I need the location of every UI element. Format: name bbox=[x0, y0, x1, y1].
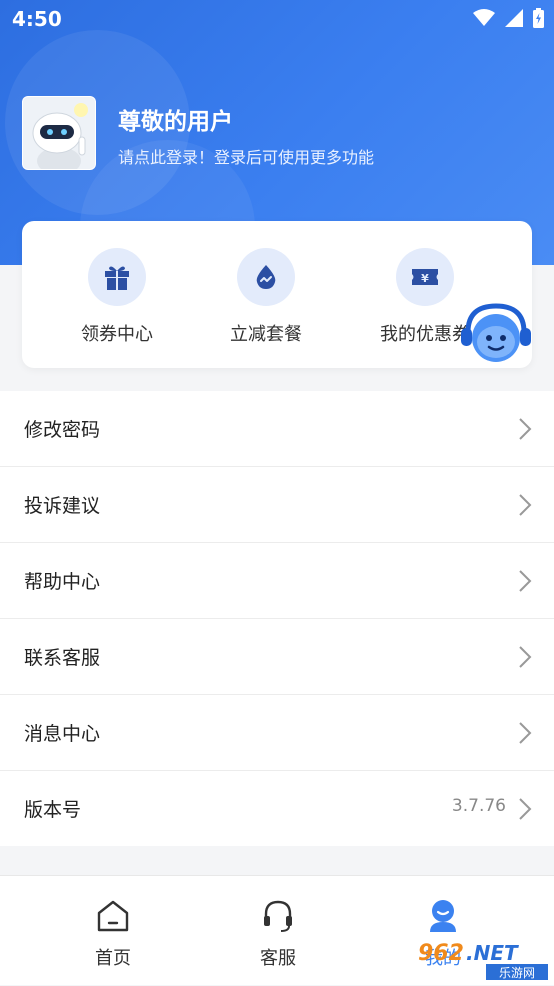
chevron-right-icon bbox=[519, 570, 532, 592]
tab-label: 客服 bbox=[260, 948, 296, 969]
chevron-right-icon bbox=[519, 722, 532, 744]
battery-icon bbox=[533, 8, 544, 28]
wifi-icon bbox=[473, 9, 495, 26]
tab-label: 首页 bbox=[95, 948, 131, 969]
tab-customer-service[interactable]: 客服 bbox=[218, 898, 338, 970]
version-number: 3.7.76 bbox=[451, 796, 506, 816]
menu-item-contact-support[interactable]: 联系客服 bbox=[0, 619, 554, 695]
menu-item-label: 投诉建议 bbox=[24, 495, 101, 517]
quick-action-icon-bg bbox=[88, 248, 146, 306]
headset-icon bbox=[264, 900, 292, 932]
menu-item-label: 消息中心 bbox=[24, 723, 101, 745]
quick-actions-card: 领券中心 立减套餐 ¥ 我的优惠券 bbox=[22, 221, 532, 368]
menu-item-label: 帮助中心 bbox=[24, 571, 101, 593]
mascot-headset-icon bbox=[461, 303, 531, 362]
menu-item-version[interactable]: 版本号 3.7.76 bbox=[0, 771, 554, 846]
svg-text:962: 962 bbox=[418, 941, 464, 966]
chevron-right-icon bbox=[519, 494, 532, 516]
settings-menu: 修改密码 投诉建议 帮助中心 联系客服 消息中心 版本号 3.7.76 bbox=[0, 391, 554, 846]
tab-home[interactable]: 首页 bbox=[53, 898, 173, 970]
menu-item-help-center[interactable]: 帮助中心 bbox=[0, 543, 554, 619]
home-icon bbox=[97, 900, 129, 932]
menu-item-label: 版本号 bbox=[24, 799, 82, 821]
svg-text:¥: ¥ bbox=[421, 272, 429, 285]
svg-text:乐游网: 乐游网 bbox=[499, 966, 535, 980]
robot-avatar-icon bbox=[23, 97, 95, 169]
drop-icon bbox=[256, 265, 276, 289]
customer-service-mascot[interactable] bbox=[458, 298, 534, 368]
chevron-right-icon bbox=[519, 646, 532, 668]
ticket-yen-icon: ¥ bbox=[412, 269, 438, 285]
quick-action-discount-package[interactable]: 立减套餐 bbox=[191, 248, 341, 346]
login-hint[interactable]: 请点此登录！登录后可使用更多功能 bbox=[118, 144, 374, 168]
menu-item-feedback[interactable]: 投诉建议 bbox=[0, 467, 554, 543]
user-icon bbox=[430, 900, 456, 932]
menu-item-label: 修改密码 bbox=[24, 419, 101, 441]
svg-text:.NET: .NET bbox=[466, 941, 519, 965]
avatar[interactable] bbox=[22, 96, 96, 170]
menu-item-label: 联系客服 bbox=[24, 647, 101, 669]
menu-item-change-password[interactable]: 修改密码 bbox=[0, 391, 554, 467]
status-bar: 4:50 bbox=[0, 0, 554, 38]
quick-action-coupon-center[interactable]: 领券中心 bbox=[42, 248, 192, 346]
chevron-right-icon bbox=[519, 798, 532, 820]
site-watermark: 962 .NET 乐游网 bbox=[412, 936, 552, 982]
watermark-logo: 962 .NET 乐游网 bbox=[418, 941, 548, 980]
quick-action-label: 立减套餐 bbox=[230, 324, 302, 345]
username[interactable]: 尊敬的用户 bbox=[118, 102, 233, 136]
quick-action-label: 领券中心 bbox=[81, 324, 153, 345]
menu-item-message-center[interactable]: 消息中心 bbox=[0, 695, 554, 771]
status-time: 4:50 bbox=[12, 7, 62, 31]
quick-action-icon-bg bbox=[237, 248, 295, 306]
status-icons bbox=[473, 8, 544, 28]
gift-icon bbox=[105, 266, 129, 290]
signal-icon bbox=[505, 9, 523, 27]
quick-action-icon-bg: ¥ bbox=[396, 248, 454, 306]
chevron-right-icon bbox=[519, 418, 532, 440]
